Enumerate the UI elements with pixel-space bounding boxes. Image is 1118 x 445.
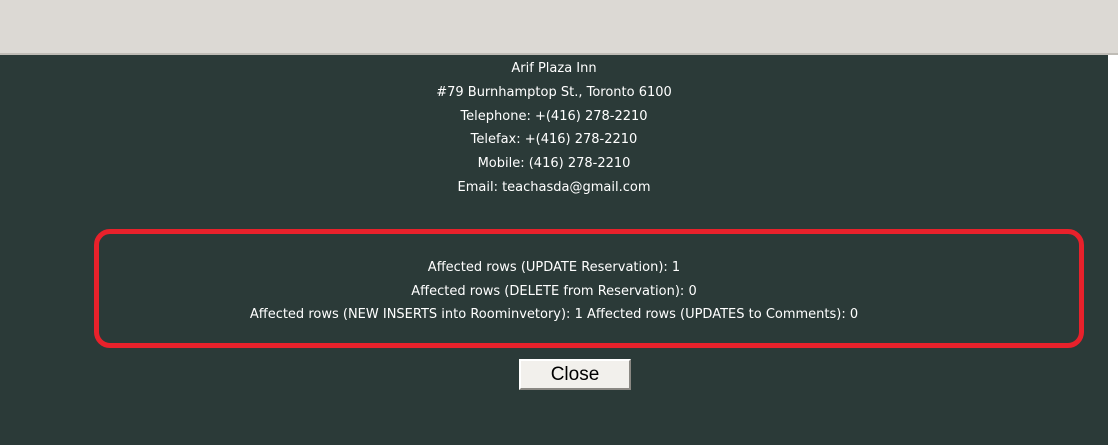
hotel-name: Arif Plaza Inn <box>511 61 597 76</box>
hotel-telefax: Telefax: +(416) 278-2210 <box>470 132 638 148</box>
close-button[interactable]: Close <box>519 359 631 390</box>
result-update-reservation: Affected rows (UPDATE Reservation): 1 <box>427 260 681 275</box>
top-bar <box>0 0 1118 55</box>
right-margin <box>1108 55 1118 445</box>
hotel-email: Email: teachasda@gmail.com <box>457 179 651 195</box>
hotel-address: #79 Burnhamptop St., Toronto 6100 <box>436 84 672 100</box>
result-inserts-and-comments: Affected rows (NEW INSERTS into Roominve… <box>249 307 859 322</box>
confirmation-panel: Arif Plaza Inn #79 Burnhamptop St., Toro… <box>0 55 1108 445</box>
result-delete-reservation: Affected rows (DELETE from Reservation):… <box>411 283 697 299</box>
affected-rows-results: Affected rows (UPDATE Reservation): 1 Af… <box>0 256 1108 327</box>
hotel-info: Arif Plaza Inn #79 Burnhamptop St., Toro… <box>0 57 1108 200</box>
hotel-telephone: Telephone: +(416) 278-2210 <box>460 108 648 124</box>
hotel-mobile: Mobile: (416) 278-2210 <box>477 156 631 172</box>
